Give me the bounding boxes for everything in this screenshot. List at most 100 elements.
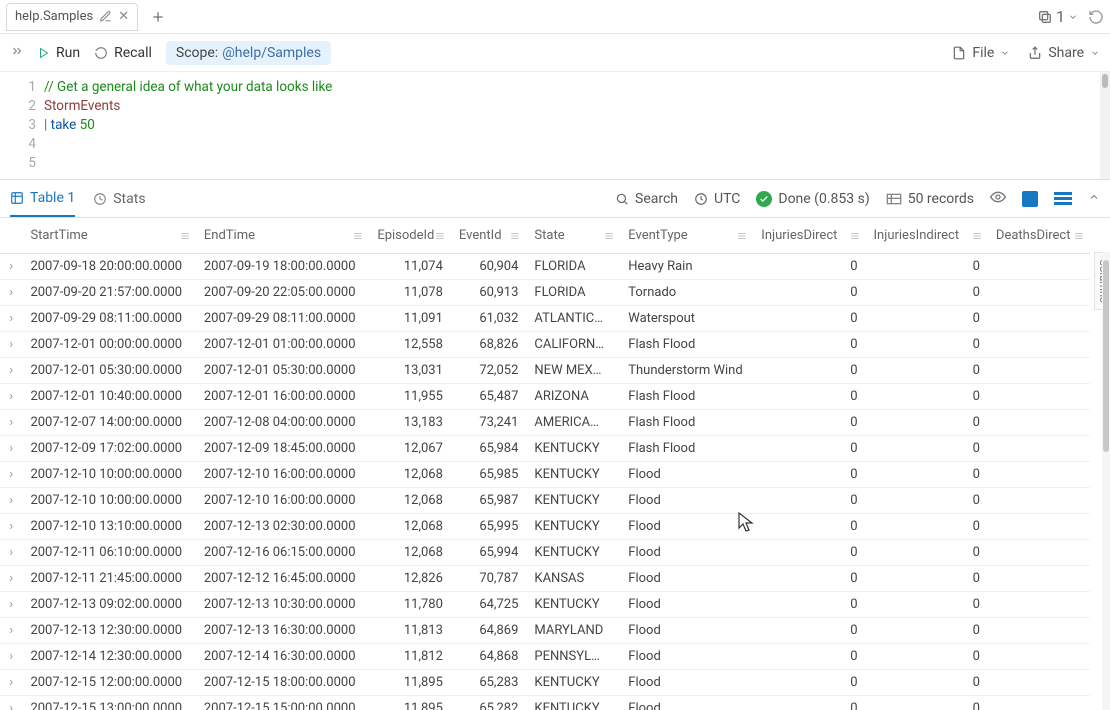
copy-count[interactable]: 1 — [1037, 7, 1078, 26]
cell-endtime: 2007-12-10 16:00:00.0000 — [196, 488, 369, 514]
cell-injuriesindirect: 0 — [866, 306, 988, 332]
expand-row-icon[interactable]: › — [0, 514, 22, 540]
table-row[interactable]: › 2007-12-01 10:40:00.0000 2007-12-01 16… — [0, 384, 1090, 410]
table-row[interactable]: › 2007-12-13 09:02:00.0000 2007-12-13 10… — [0, 592, 1090, 618]
table-row[interactable]: › 2007-09-29 08:11:00.0000 2007-09-29 08… — [0, 306, 1090, 332]
cell-episodeid: 11,813 — [369, 618, 451, 644]
cell-endtime: 2007-12-10 16:00:00.0000 — [196, 462, 369, 488]
tab-table1[interactable]: Table 1 — [10, 180, 75, 217]
editor-scrollbar[interactable] — [1100, 72, 1110, 179]
check-icon — [756, 191, 772, 207]
chevron-up-icon[interactable] — [1088, 191, 1100, 207]
cell-eventid: 65,984 — [451, 436, 526, 462]
cell-injuriesdirect: 0 — [753, 410, 865, 436]
tab-stats[interactable]: Stats — [93, 180, 145, 217]
utc-toggle[interactable]: UTC — [694, 191, 740, 207]
cell-state: AMERICA… — [526, 410, 620, 436]
table-row[interactable]: › 2007-12-01 00:00:00.0000 2007-12-01 01… — [0, 332, 1090, 358]
share-button[interactable]: Share — [1028, 45, 1100, 61]
code-editor[interactable]: 1 2 3 4 5 // Get a general idea of what … — [0, 72, 1110, 180]
col-StartTime[interactable]: StartTime — [22, 218, 195, 254]
table-row[interactable]: › 2007-12-07 14:00:00.0000 2007-12-08 04… — [0, 410, 1090, 436]
expand-row-icon[interactable]: › — [0, 592, 22, 618]
table-row[interactable]: › 2007-12-13 12:30:00.0000 2007-12-13 16… — [0, 618, 1090, 644]
cell-eventid: 65,987 — [451, 488, 526, 514]
row-density-button[interactable] — [1054, 192, 1072, 205]
table-row[interactable]: › 2007-12-15 13:00:00.0000 2007-12-15 15… — [0, 696, 1090, 710]
cell-episodeid: 13,183 — [369, 410, 451, 436]
table-row[interactable]: › 2007-12-10 10:00:00.0000 2007-12-10 16… — [0, 462, 1090, 488]
recall-button[interactable]: Recall — [94, 45, 152, 61]
col-InjuriesDirect[interactable]: InjuriesDirect — [753, 218, 865, 254]
undo-icon[interactable] — [1088, 9, 1104, 25]
expand-row-icon[interactable]: › — [0, 436, 22, 462]
scope-pill[interactable]: Scope:@help/Samples — [166, 41, 331, 65]
table-row[interactable]: › 2007-12-10 10:00:00.0000 2007-12-10 16… — [0, 488, 1090, 514]
tab-help-samples[interactable]: help.Samples ✕ — [6, 3, 138, 31]
cell-eventid: 65,283 — [451, 670, 526, 696]
search-button[interactable]: Search — [615, 191, 678, 207]
cell-injuriesdirect: 0 — [753, 540, 865, 566]
cell-endtime: 2007-12-13 02:30:00.0000 — [196, 514, 369, 540]
col-EventType[interactable]: EventType — [620, 218, 753, 254]
cell-endtime: 2007-12-15 15:00:00.0000 — [196, 696, 369, 710]
share-label: Share — [1048, 45, 1084, 61]
cell-endtime: 2007-12-01 16:00:00.0000 — [196, 384, 369, 410]
table-row[interactable]: › 2007-12-14 12:30:00.0000 2007-12-14 16… — [0, 644, 1090, 670]
cell-eventid: 70,787 — [451, 566, 526, 592]
cell-episodeid: 11,812 — [369, 644, 451, 670]
table-row[interactable]: › 2007-09-18 20:00:00.0000 2007-09-19 18… — [0, 254, 1090, 280]
col-InjuriesIndirect[interactable]: InjuriesIndirect — [866, 218, 988, 254]
table-row[interactable]: › 2007-12-01 05:30:00.0000 2007-12-01 05… — [0, 358, 1090, 384]
expand-row-icon[interactable]: › — [0, 332, 22, 358]
cell-deathsdirect — [988, 488, 1090, 514]
cell-endtime: 2007-12-16 06:15:00.0000 — [196, 540, 369, 566]
run-button[interactable]: Run — [38, 45, 80, 61]
col-EndTime[interactable]: EndTime — [196, 218, 369, 254]
pencil-icon[interactable] — [99, 10, 112, 23]
cell-injuriesindirect: 0 — [866, 514, 988, 540]
col-DeathsDirect[interactable]: DeathsDirect — [988, 218, 1090, 254]
file-menu[interactable]: File — [952, 45, 1010, 61]
expand-row-icon[interactable]: › — [0, 696, 22, 710]
col-State[interactable]: State — [526, 218, 620, 254]
col-EventId[interactable]: EventId — [451, 218, 526, 254]
cell-episodeid: 12,558 — [369, 332, 451, 358]
table-row[interactable]: › 2007-12-10 13:10:00.0000 2007-12-13 02… — [0, 514, 1090, 540]
cell-state: KENTUCKY — [526, 462, 620, 488]
expand-row-icon[interactable]: › — [0, 488, 22, 514]
cell-injuriesindirect: 0 — [866, 566, 988, 592]
color-mode-button[interactable] — [1022, 191, 1038, 207]
close-icon[interactable]: ✕ — [118, 9, 129, 24]
code-area[interactable]: // Get a general idea of what your data … — [44, 72, 1110, 179]
add-tab-button[interactable] — [144, 3, 172, 31]
tabbar-right: 1 — [1037, 7, 1104, 26]
code-ident: StormEvents — [44, 98, 120, 114]
expand-row-icon[interactable]: › — [0, 384, 22, 410]
table-row[interactable]: › 2007-12-15 12:00:00.0000 2007-12-15 18… — [0, 670, 1090, 696]
expand-left-icon[interactable] — [10, 43, 24, 62]
expand-row-icon[interactable]: › — [0, 358, 22, 384]
expand-row-icon[interactable]: › — [0, 410, 22, 436]
expand-row-icon[interactable]: › — [0, 306, 22, 332]
table-row[interactable]: › 2007-12-09 17:02:00.0000 2007-12-09 18… — [0, 436, 1090, 462]
cell-injuriesdirect: 0 — [753, 592, 865, 618]
eye-icon[interactable] — [990, 189, 1006, 209]
expand-row-icon[interactable]: › — [0, 280, 22, 306]
table-row[interactable]: › 2007-12-11 06:10:00.0000 2007-12-16 06… — [0, 540, 1090, 566]
table-row[interactable]: › 2007-09-20 21:57:00.0000 2007-09-20 22… — [0, 280, 1090, 306]
search-label: Search — [635, 191, 678, 207]
table-row[interactable]: › 2007-12-11 21:45:00.0000 2007-12-12 16… — [0, 566, 1090, 592]
cell-state: ARIZONA — [526, 384, 620, 410]
expand-row-icon[interactable]: › — [0, 644, 22, 670]
col-EpisodeId[interactable]: EpisodeId — [369, 218, 451, 254]
expand-row-icon[interactable]: › — [0, 254, 22, 280]
cell-state: KENTUCKY — [526, 592, 620, 618]
expand-row-icon[interactable]: › — [0, 670, 22, 696]
expand-row-icon[interactable]: › — [0, 462, 22, 488]
expand-row-icon[interactable]: › — [0, 540, 22, 566]
expand-row-icon[interactable]: › — [0, 618, 22, 644]
table-scrollbar[interactable] — [1102, 252, 1110, 710]
cell-starttime: 2007-12-10 10:00:00.0000 — [22, 488, 195, 514]
expand-row-icon[interactable]: › — [0, 566, 22, 592]
